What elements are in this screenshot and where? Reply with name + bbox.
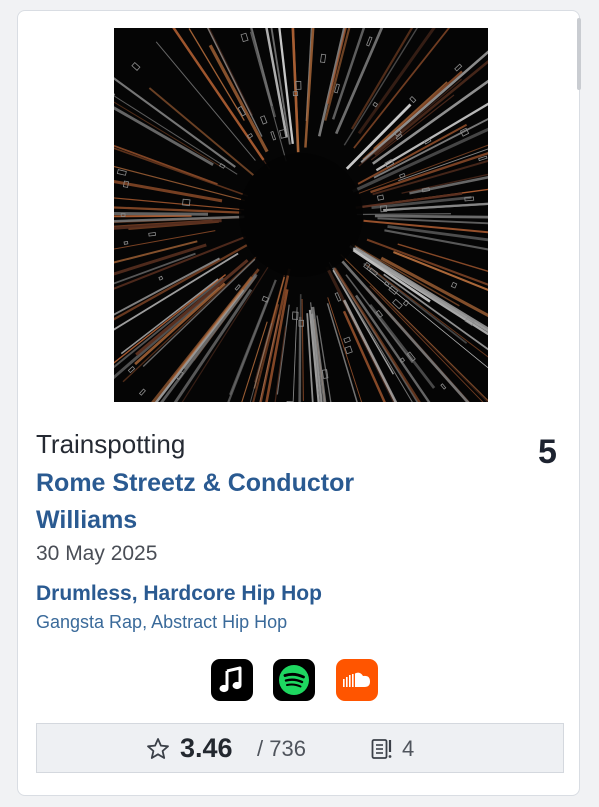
ratings-count[interactable]: / 736: [257, 738, 306, 760]
album-title[interactable]: Trainspotting: [36, 431, 185, 457]
review-count[interactable]: 4: [402, 738, 414, 760]
star-outline-icon[interactable]: [145, 736, 171, 762]
artist-link[interactable]: Rome Streetz & Conductor Williams: [36, 465, 416, 539]
soundcloud-button[interactable]: [336, 659, 378, 701]
album-cover-art: [114, 28, 488, 402]
page-scrollbar[interactable]: [577, 18, 581, 90]
rating-stats-bar: 3.46 / 736 4: [36, 723, 564, 773]
review-document-icon[interactable]: [370, 737, 394, 761]
spotify-button[interactable]: [273, 659, 315, 701]
secondary-genres[interactable]: Gangsta Rap, Abstract Hip Hop: [36, 613, 287, 631]
apple-music-icon: [219, 666, 242, 693]
chart-rank: 5: [538, 433, 557, 471]
apple-music-button[interactable]: [211, 659, 253, 701]
album-card: Trainspotting 5 Rome Streetz & Conductor…: [17, 10, 580, 796]
soundcloud-icon: [343, 672, 370, 687]
spotify-icon: [279, 665, 309, 695]
album-cover[interactable]: [114, 28, 488, 402]
primary-genres[interactable]: Drumless, Hardcore Hip Hop: [36, 583, 322, 604]
release-date: 30 May 2025: [36, 542, 158, 565]
average-rating: 3.46: [180, 733, 233, 763]
